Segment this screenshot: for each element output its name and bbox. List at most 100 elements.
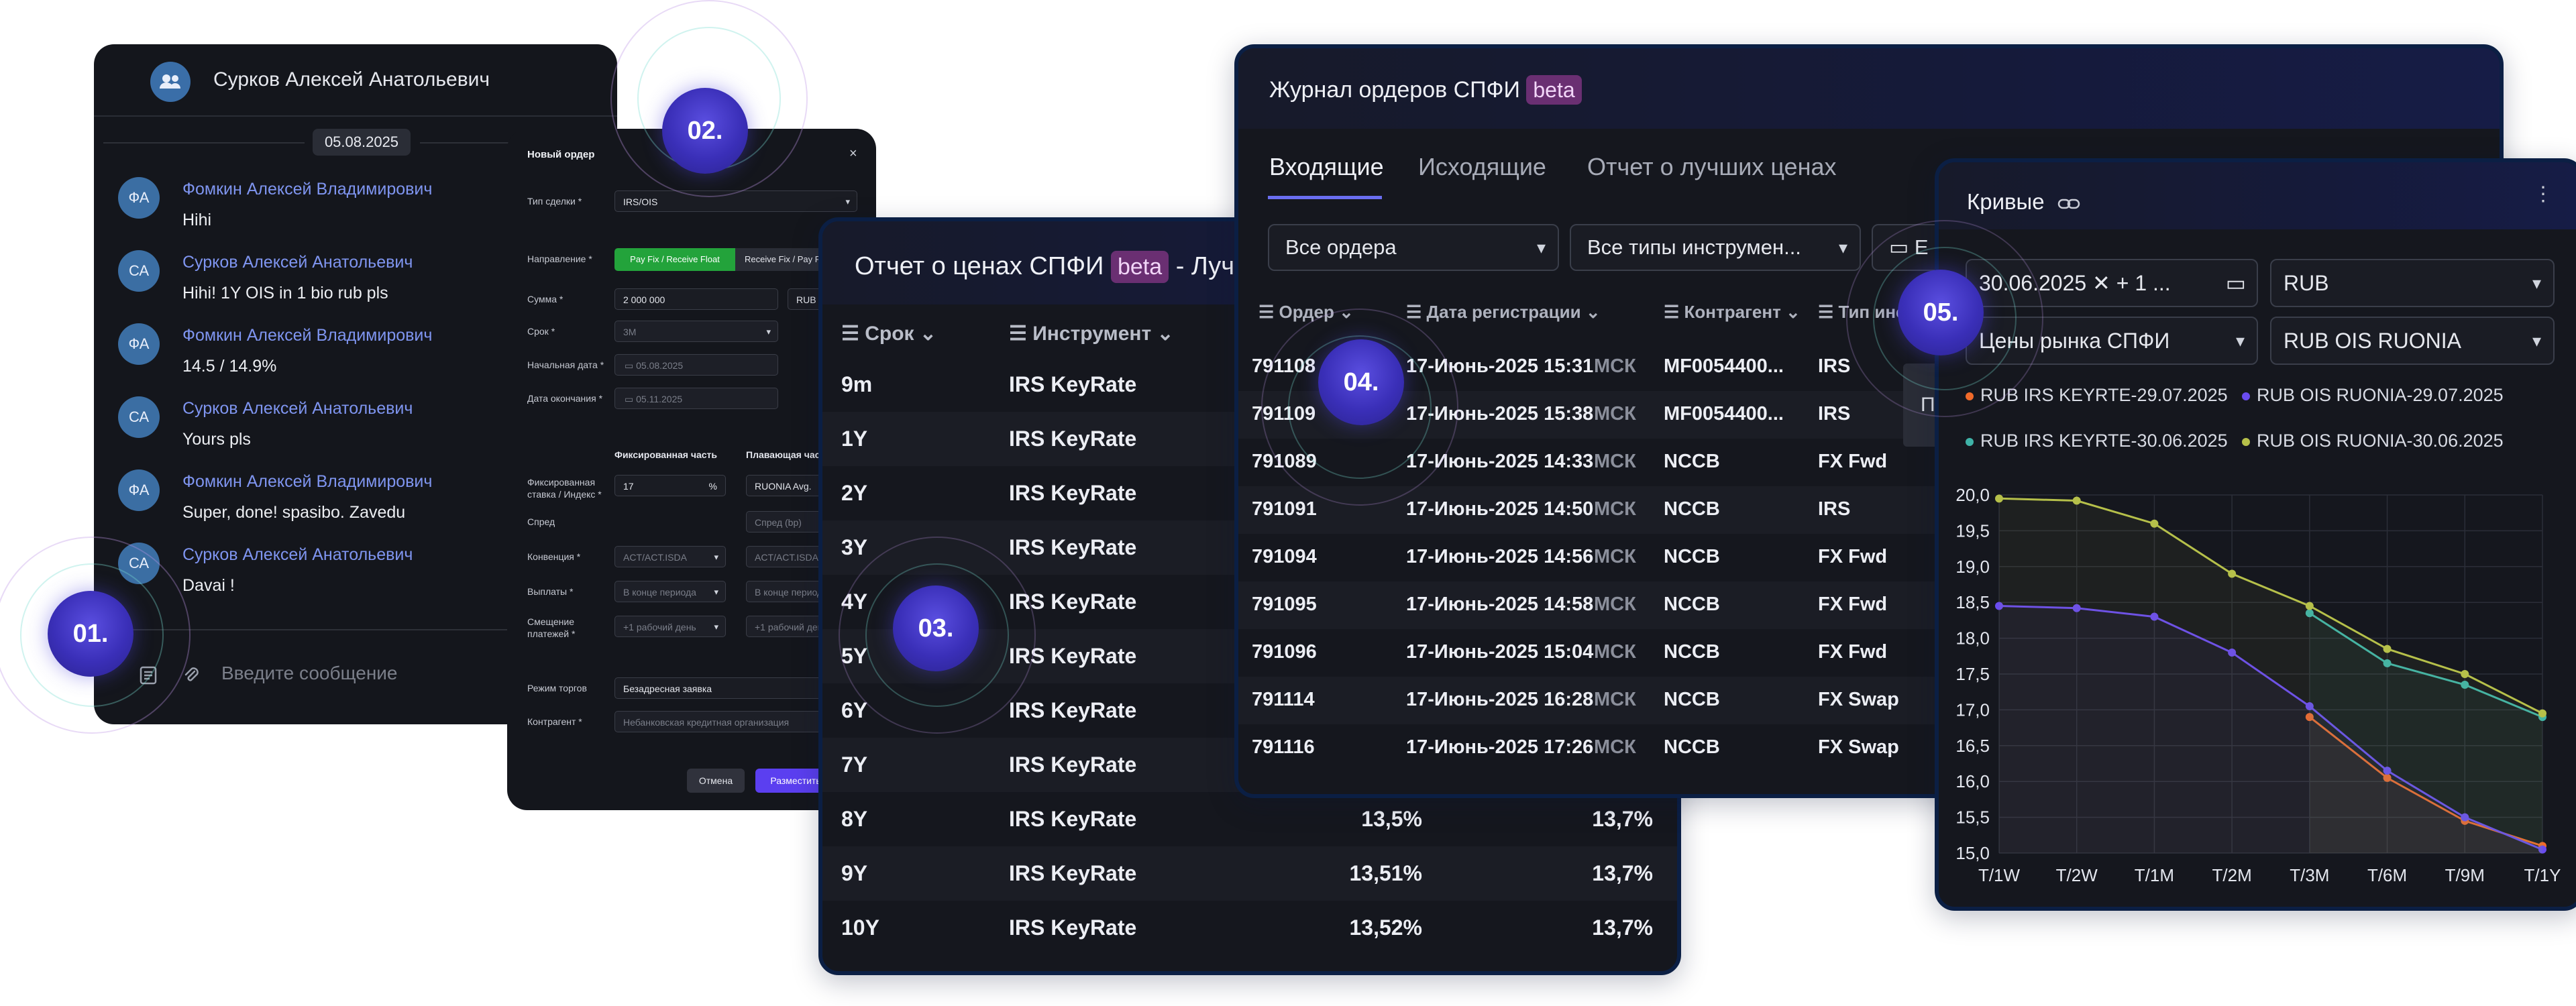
y-tick-label: 15,0	[1955, 843, 1990, 863]
series-point	[2150, 519, 2159, 528]
table-row[interactable]: 8Y IRS KeyRate 13,5% 13,7%	[822, 792, 1677, 846]
fixed-payments-select[interactable]: В конце периода	[614, 581, 726, 602]
instrument-type-cell: FX Fwd	[1818, 546, 1888, 567]
calendar-icon[interactable]: ▭	[2226, 260, 2246, 306]
timezone-cell: МСК	[1594, 546, 1636, 567]
legend-item[interactable]: RUB IRS KEYRTE-29.07.2025	[1966, 385, 2228, 406]
instrument-type-filter-select[interactable]: Все типы инструмен...	[1570, 224, 1861, 271]
legend-item[interactable]: RUB OIS RUONIA-29.07.2025	[2242, 385, 2504, 406]
counterparty-cell: NCCB	[1664, 594, 1720, 615]
end-date-input[interactable]: ▭ 05.11.2025	[614, 388, 778, 409]
term-select[interactable]: 3M	[614, 321, 778, 343]
date-range-input[interactable]: 30.06.2025 ✕ + 1 ... ▭	[1966, 259, 2258, 307]
message-author[interactable]: Сурков Алексей Анатольевич	[182, 399, 413, 418]
legend-marker	[2242, 437, 2250, 446]
x-tick-label: T/6M	[2367, 865, 2407, 885]
avatar[interactable]: СА	[118, 543, 160, 584]
amount-input[interactable]: 2 000 000	[614, 288, 778, 310]
step-badge-01: 01.	[48, 591, 133, 677]
y-tick-label: 15,5	[1955, 807, 1990, 828]
bid-rate-cell: 13,51%	[1349, 861, 1422, 885]
term-cell: 3Y	[841, 535, 868, 559]
column-header-term[interactable]: ☰ Срок ⌄	[841, 322, 936, 345]
message-text: Davai !	[182, 576, 235, 595]
more-options-icon[interactable]: ⋮	[2533, 182, 2553, 206]
attachment-icon[interactable]	[181, 665, 201, 685]
rate-unit: %	[708, 481, 717, 492]
order-id-cell: 791109	[1252, 403, 1316, 425]
direction-pay-fix-button[interactable]: Pay Fix / Receive Float	[614, 248, 735, 271]
avatar[interactable]: ФА	[118, 177, 160, 219]
sort-icon: ☰	[1258, 302, 1279, 322]
table-row[interactable]: 9Y IRS KeyRate 13,51% 13,7%	[822, 846, 1677, 901]
rate-input[interactable]: 17 %	[614, 475, 726, 496]
x-tick-label: T/1W	[1978, 865, 2021, 885]
column-header-counterparty[interactable]: ☰ Контрагент ⌄	[1664, 302, 1801, 323]
document-icon[interactable]	[138, 665, 158, 685]
column-header-order[interactable]: ☰ Ордер ⌄	[1258, 302, 1354, 323]
close-icon[interactable]: ×	[849, 146, 857, 162]
instrument-cell: IRS KeyRate	[1009, 372, 1137, 396]
instrument-type-cell: FX Swap	[1818, 689, 1899, 710]
term-cell: 10Y	[841, 915, 879, 940]
curves-title: Кривые	[1967, 189, 2080, 216]
message-author[interactable]: Сурков Алексей Анатольевич	[182, 545, 413, 565]
table-row[interactable]: 10Y IRS KeyRate 13,52% 13,7%	[822, 901, 1677, 955]
orders-filter-select[interactable]: Все ордера	[1268, 224, 1559, 271]
message-author[interactable]: Фомкин Алексей Владимирович	[182, 472, 432, 492]
link-icon[interactable]	[2057, 190, 2080, 216]
instrument-type-cell: FX Fwd	[1818, 594, 1888, 615]
message-input[interactable]: Введите сообщение	[221, 663, 398, 684]
series-point	[2072, 496, 2081, 505]
order-id-cell: 791116	[1252, 736, 1315, 758]
calendar-icon: ▭	[1889, 235, 1915, 259]
series-point	[1995, 494, 2003, 503]
registration-date-cell: 17-Июнь-2025 15:38	[1406, 403, 1594, 425]
instrument-type-cell: FX Swap	[1818, 736, 1899, 758]
chat-title: Сурков Алексей Анатольевич	[213, 68, 490, 91]
sort-icon: ☰	[1406, 302, 1427, 322]
group-icon	[150, 62, 191, 102]
clear-icon[interactable]: ✕	[2092, 271, 2116, 295]
counterparty-cell: MF0054400...	[1664, 355, 1784, 377]
avatar[interactable]: ФА	[118, 469, 160, 511]
avatar[interactable]: СА	[118, 250, 160, 292]
registration-date-cell: 17-Июнь-2025 15:31	[1406, 355, 1594, 377]
instrument-cell: IRS KeyRate	[1009, 861, 1137, 885]
registration-date-cell: 17-Июнь-2025 15:04	[1406, 641, 1594, 663]
tab-incoming[interactable]: Входящие	[1269, 153, 1384, 181]
curve-select[interactable]: RUB OIS RUONIA	[2270, 317, 2555, 365]
message-author[interactable]: Фомкин Алексей Владимирович	[182, 180, 432, 199]
message-text: Hihi! 1Y OIS in 1 bio rub pls	[182, 284, 388, 302]
ask-rate-cell: 13,7%	[1592, 861, 1653, 885]
beta-badge: beta	[1110, 251, 1169, 283]
column-header-instrument[interactable]: ☰ Инструмент ⌄	[1009, 322, 1174, 345]
chat-header: Сурков Алексей Анатольевич	[94, 44, 617, 117]
y-tick-label: 19,5	[1955, 520, 1990, 541]
tab-outgoing[interactable]: Исходящие	[1418, 153, 1546, 181]
date-separator: 05.08.2025	[313, 129, 411, 156]
start-date-input[interactable]: ▭ 05.08.2025	[614, 354, 778, 376]
legend-item[interactable]: RUB IRS KEYRTE-30.06.2025	[1966, 431, 2228, 451]
avatar[interactable]: СА	[118, 396, 160, 438]
instrument-cell: IRS KeyRate	[1009, 698, 1137, 722]
trade-mode-label: Режим торгов	[527, 683, 587, 693]
tab-best-prices-report[interactable]: Отчет о лучших ценах	[1587, 153, 1836, 181]
fixed-convention-select[interactable]: ACT/ACT.ISDA	[614, 546, 726, 568]
message-author[interactable]: Фомкин Алексей Владимирович	[182, 326, 432, 345]
price-source-select[interactable]: Цены рынка СПФИ	[1966, 317, 2258, 365]
step-badge-05: 05.	[1898, 270, 1984, 355]
y-tick-label: 20,0	[1955, 485, 1990, 505]
currency-select[interactable]: RUB	[2270, 259, 2555, 307]
avatar[interactable]: ФА	[118, 323, 160, 365]
shift-label: Смещение платежей *	[527, 616, 576, 639]
message-author[interactable]: Сурков Алексей Анатольевич	[182, 253, 413, 272]
counterparty-cell: NCCB	[1664, 498, 1720, 520]
legend-item[interactable]: RUB OIS RUONIA-30.06.2025	[2242, 431, 2504, 451]
column-header-registration-date[interactable]: ☰ Дата регистрации ⌄	[1406, 302, 1601, 323]
fixed-shift-select[interactable]: +1 рабочий день	[614, 616, 726, 637]
counterparty-cell: NCCB	[1664, 689, 1720, 710]
deal-type-select[interactable]: IRS/OIS	[614, 190, 857, 213]
counterparty-cell: MF0054400...	[1664, 403, 1784, 425]
cancel-button[interactable]: Отмена	[687, 769, 745, 793]
